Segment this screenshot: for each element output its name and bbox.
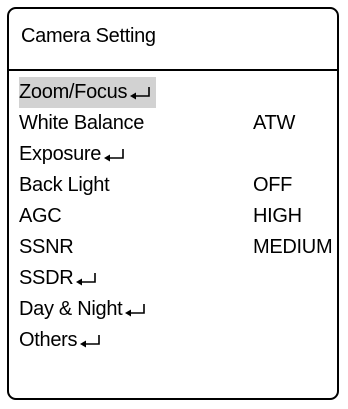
enter-arrow-icon <box>80 335 101 348</box>
menu-item-day-night[interactable]: Day & Night <box>9 294 337 325</box>
menu-item-label: SSDR <box>19 263 98 294</box>
ssnr-value: MEDIUM <box>253 236 333 258</box>
menu-item-ssnr[interactable]: SSNR MEDIUM <box>9 232 337 263</box>
menu-item-label: SSNR <box>19 236 74 258</box>
menu-item-agc[interactable]: AGC HIGH <box>9 201 337 232</box>
menu-item-label: Back Light <box>19 174 110 196</box>
enter-arrow-icon <box>125 304 146 317</box>
enter-arrow-icon <box>76 273 97 286</box>
menu-title: Camera Setting <box>21 25 156 47</box>
menu-item-exposure[interactable]: Exposure <box>9 139 337 170</box>
menu-item-ssdr[interactable]: SSDR <box>9 263 337 294</box>
enter-arrow-icon <box>130 87 150 100</box>
menu-item-others[interactable]: Others <box>9 325 337 356</box>
back-light-value: OFF <box>253 174 293 196</box>
menu-item-label: White Balance <box>19 112 145 134</box>
enter-arrow-icon <box>104 149 124 162</box>
camera-setting-panel: Camera Setting Zoom/Focus White Balance … <box>7 7 339 400</box>
menu-item-white-balance[interactable]: White Balance ATW <box>9 108 337 139</box>
menu-item-back-light[interactable]: Back Light OFF <box>9 170 337 201</box>
menu-item-zoom-focus[interactable]: Zoom/Focus <box>9 77 337 108</box>
menu-item-label: Exposure <box>19 139 126 170</box>
menu-item-label: Zoom/Focus <box>19 77 157 108</box>
agc-value: HIGH <box>253 205 302 227</box>
menu-item-label: Day & Night <box>19 294 147 325</box>
menu-item-label: Others <box>19 325 102 356</box>
title-divider <box>9 69 337 71</box>
white-balance-value: ATW <box>253 112 296 134</box>
menu-item-label: AGC <box>19 205 62 227</box>
